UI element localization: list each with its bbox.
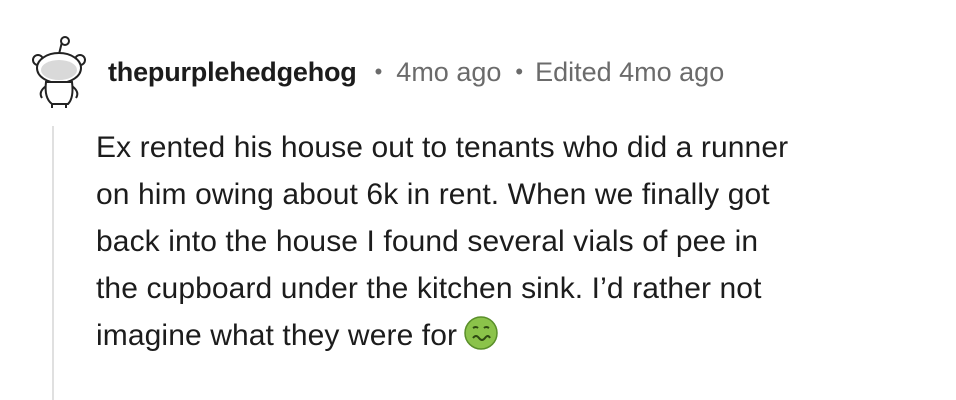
username-link[interactable]: thepurplehedgehog (108, 57, 357, 88)
separator-dot: • (515, 59, 524, 84)
comment-text-line: on him owing about 6k in rent. When we f… (96, 178, 770, 211)
comment-text-line: the cupboard under the kitchen sink. I’d… (96, 272, 762, 305)
edited-timestamp: Edited 4mo ago (535, 56, 725, 87)
comment-text-line: Ex rented his house out to tenants who d… (96, 131, 789, 164)
timestamp[interactable]: 4mo ago (396, 57, 501, 88)
comment-text-line: imagine what they were for (96, 319, 458, 352)
nauseated-face-emoji-icon (463, 315, 499, 351)
separator-dot: • (374, 59, 383, 84)
thread-line[interactable] (52, 126, 54, 400)
comment-body: Ex rented his house out to tenants who d… (96, 124, 936, 359)
comment-meta: thepurplehedgehog • 4mo ago • Edited 4mo… (108, 50, 724, 94)
snoo-avatar-icon[interactable] (24, 34, 94, 110)
comment-text-line-last: imagine what they were for (96, 312, 936, 359)
comment-card: thepurplehedgehog • 4mo ago • Edited 4mo… (0, 0, 956, 400)
comment-text-line: back into the house I found several vial… (96, 225, 759, 258)
